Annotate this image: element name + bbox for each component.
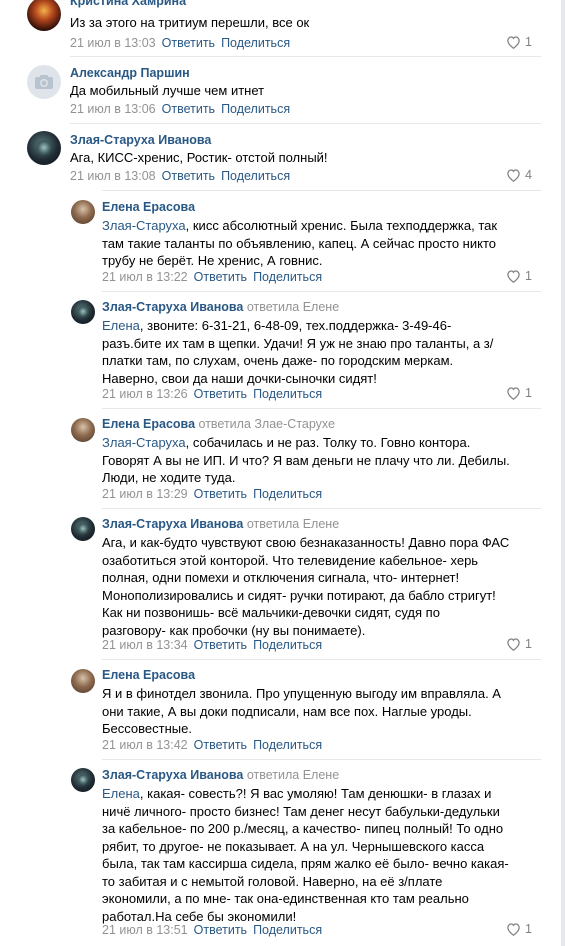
- avatar[interactable]: [27, 131, 61, 165]
- share-link[interactable]: Поделиться: [253, 738, 322, 752]
- comment-text: Я и в финотдел звонила. Про упущенную вы…: [102, 686, 501, 736]
- like-count: 1: [525, 386, 532, 400]
- like-button[interactable]: 1: [506, 35, 532, 49]
- comment-time[interactable]: 21 июл в 13:51: [102, 923, 188, 937]
- avatar[interactable]: [71, 200, 95, 224]
- reply-link[interactable]: Ответить: [194, 738, 247, 752]
- share-link[interactable]: Поделиться: [253, 923, 322, 937]
- mention-link[interactable]: Елена: [102, 318, 140, 333]
- mention-link[interactable]: Злая-Старуха: [102, 435, 186, 450]
- comment-text: Из за этого на тритиум перешли, все ок: [70, 15, 310, 30]
- comment-author[interactable]: Елена Ерасова: [102, 200, 195, 214]
- reply-link[interactable]: Ответить: [162, 102, 215, 116]
- share-link[interactable]: Поделиться: [253, 638, 322, 652]
- comment-text: Злая-Старуха, собачилась и не раз. Толку…: [102, 435, 510, 485]
- reply-link[interactable]: Ответить: [194, 487, 247, 501]
- comment-author[interactable]: Злая-Старуха Иванова ответила Елене: [102, 768, 339, 782]
- camera-icon: [35, 75, 53, 89]
- comment-meta: 21 июл в 13:08 Ответить Поделиться: [70, 169, 290, 183]
- reply-link[interactable]: Ответить: [162, 36, 215, 50]
- like-count: 1: [525, 922, 532, 936]
- like-button[interactable]: 1: [506, 386, 532, 400]
- share-link[interactable]: Поделиться: [253, 270, 322, 284]
- heart-icon: [507, 169, 520, 182]
- share-link[interactable]: Поделиться: [221, 102, 290, 116]
- comment-text: Елена, звоните: 6-31-21, 6-48-09, тех.по…: [102, 318, 494, 386]
- reply-link[interactable]: Ответить: [194, 923, 247, 937]
- heart-icon: [507, 36, 520, 49]
- avatar[interactable]: [27, 0, 61, 31]
- comment-author[interactable]: Елена Ерасова: [102, 668, 195, 682]
- like-count: 1: [525, 269, 532, 283]
- comment-time[interactable]: 21 июл в 13:26: [102, 387, 188, 401]
- reply-link[interactable]: Ответить: [194, 387, 247, 401]
- comment-time[interactable]: 21 июл в 13:06: [70, 102, 156, 116]
- scroll-frame: [561, 0, 565, 946]
- comment-meta: 21 июл в 13:26 Ответить Поделиться: [102, 387, 322, 401]
- comment-text: Да мобильный лучше чем итнет: [70, 83, 265, 98]
- reply-link[interactable]: Ответить: [194, 270, 247, 284]
- avatar[interactable]: [71, 768, 95, 792]
- share-link[interactable]: Поделиться: [221, 36, 290, 50]
- like-button[interactable]: 1: [506, 637, 532, 651]
- separator: [102, 190, 541, 191]
- comment-author[interactable]: Злая-Старуха Иванова ответила Елене: [102, 300, 339, 314]
- avatar[interactable]: [71, 669, 95, 693]
- mention-link[interactable]: Злая-Старуха: [102, 218, 186, 233]
- like-count: 4: [525, 168, 532, 182]
- reply-link[interactable]: Ответить: [194, 638, 247, 652]
- comment-time[interactable]: 21 июл в 13:03: [70, 36, 156, 50]
- avatar[interactable]: [71, 517, 95, 541]
- comment-time[interactable]: 21 июл в 13:29: [102, 487, 188, 501]
- like-count: 1: [525, 35, 532, 49]
- comment-time[interactable]: 21 июл в 13:42: [102, 738, 188, 752]
- reply-to-label[interactable]: ответила Злае-Старухе: [199, 417, 335, 431]
- like-button[interactable]: 1: [506, 269, 532, 283]
- heart-icon: [507, 923, 520, 936]
- comment-time[interactable]: 21 июл в 13:22: [102, 270, 188, 284]
- heart-icon: [507, 387, 520, 400]
- comment-meta: 21 июл в 13:03 Ответить Поделиться: [70, 36, 290, 50]
- comment-time[interactable]: 21 июл в 13:34: [102, 638, 188, 652]
- heart-icon: [507, 270, 520, 283]
- share-link[interactable]: Поделиться: [253, 387, 322, 401]
- reply-to-label[interactable]: ответила Елене: [247, 300, 339, 314]
- comment-text: Ага, и как-будто чувствуют свою безнаказ…: [102, 535, 510, 638]
- comment-text: Злая-Старуха, кисс абсолютный хренис. Бы…: [102, 218, 498, 268]
- separator: [70, 123, 541, 124]
- comment-text: Ага, КИСС-хренис, Ростик- отстой полный!: [70, 150, 328, 165]
- separator: [102, 291, 541, 292]
- comment-meta: 21 июл в 13:51 Ответить Поделиться: [102, 923, 322, 937]
- separator: [102, 408, 541, 409]
- comment-meta: 21 июл в 13:29 Ответить Поделиться: [102, 487, 322, 501]
- comment-author[interactable]: Александр Паршин: [70, 66, 190, 80]
- like-button[interactable]: 1: [506, 922, 532, 936]
- avatar[interactable]: [71, 300, 95, 324]
- comment-meta: 21 июл в 13:22 Ответить Поделиться: [102, 270, 322, 284]
- comment-text: Елена, какая- совесть?! Я вас умоляю! Та…: [102, 786, 509, 924]
- share-link[interactable]: Поделиться: [253, 487, 322, 501]
- reply-to-label[interactable]: ответила Елене: [247, 768, 339, 782]
- comment-meta: 21 июл в 13:42 Ответить Поделиться: [102, 738, 322, 752]
- comment-author[interactable]: Кристина Хамрина: [70, 0, 186, 8]
- heart-icon: [507, 638, 520, 651]
- comment-author[interactable]: Злая-Старуха Иванова ответила Елене: [102, 517, 339, 531]
- like-button[interactable]: 4: [506, 168, 532, 182]
- reply-link[interactable]: Ответить: [162, 169, 215, 183]
- avatar[interactable]: [27, 65, 61, 99]
- comment-time[interactable]: 21 июл в 13:08: [70, 169, 156, 183]
- reply-to-label[interactable]: ответила Елене: [247, 517, 339, 531]
- separator: [102, 759, 541, 760]
- separator: [102, 659, 541, 660]
- like-count: 1: [525, 637, 532, 651]
- share-link[interactable]: Поделиться: [221, 169, 290, 183]
- separator: [102, 508, 541, 509]
- comment-author[interactable]: Елена Ерасова ответила Злае-Старухе: [102, 417, 335, 431]
- separator: [70, 56, 541, 57]
- avatar[interactable]: [71, 418, 95, 442]
- mention-link[interactable]: Елена: [102, 786, 140, 801]
- comment-author[interactable]: Злая-Старуха Иванова: [70, 133, 211, 147]
- comment-meta: 21 июл в 13:06 Ответить Поделиться: [70, 102, 290, 116]
- comment-meta: 21 июл в 13:34 Ответить Поделиться: [102, 638, 322, 652]
